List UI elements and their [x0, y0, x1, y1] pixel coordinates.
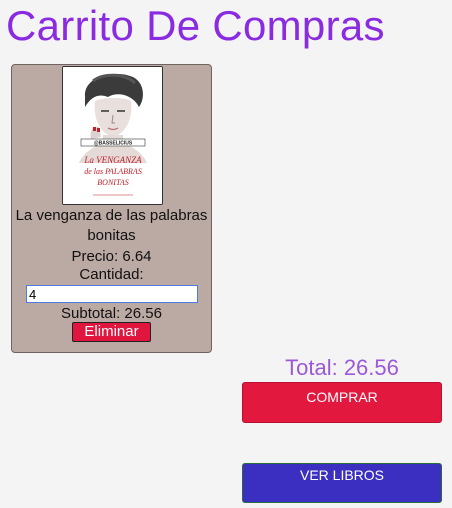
quantity-label: Cantidad: [79, 266, 144, 283]
view-books-button[interactable]: VER LIBROS [242, 463, 442, 503]
page-title: Carrito De Compras [6, 2, 385, 49]
book-cover-illustration: @BASSELICIUS La VENGANZA de las PALABRAS… [63, 67, 162, 204]
svg-text:BONITAS: BONITAS [97, 178, 128, 187]
book-cover-image: @BASSELICIUS La VENGANZA de las PALABRAS… [62, 66, 163, 205]
book-title: La venganza de las palabras bonitas [15, 207, 208, 244]
view-books-button-label: VER LIBROS [299, 467, 385, 483]
buy-button-label: COMPRAR [306, 389, 378, 405]
remove-item-button[interactable]: Eliminar [72, 322, 151, 342]
svg-text:La VENGANZA: La VENGANZA [83, 155, 142, 165]
cover-author-tag: @BASSELICIUS [94, 141, 133, 147]
quantity-input[interactable] [26, 285, 198, 303]
svg-text:de las PALABRAS: de las PALABRAS [84, 167, 142, 176]
cart-item-card: @BASSELICIUS La VENGANZA de las PALABRAS… [11, 64, 212, 353]
buy-button[interactable]: COMPRAR [242, 382, 442, 423]
item-subtotal: Subtotal: 26.56 [61, 305, 162, 322]
cart-total: Total: 26.56 [285, 355, 399, 380]
book-price: Precio: 6.64 [71, 248, 152, 265]
